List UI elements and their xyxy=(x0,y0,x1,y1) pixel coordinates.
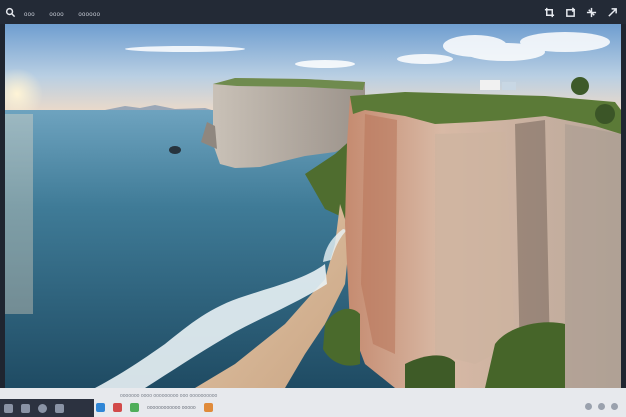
user-icon[interactable] xyxy=(38,403,47,413)
toolbar-right xyxy=(543,6,626,18)
network-icon[interactable] xyxy=(585,403,592,410)
settings-icon[interactable] xyxy=(611,403,618,410)
app-icon-browser[interactable] xyxy=(96,403,105,412)
system-tray xyxy=(585,403,618,410)
menu-bar: ooo oooo oooooo xyxy=(24,3,110,21)
menu-item-edit[interactable]: oooo xyxy=(49,12,64,18)
toolbar-left: ooo oooo oooooo xyxy=(0,3,110,21)
taskbar-start xyxy=(0,399,94,417)
volume-icon[interactable] xyxy=(598,403,605,410)
search-taskbar-icon[interactable] xyxy=(21,403,30,413)
start-icon[interactable] xyxy=(4,403,13,413)
landscape-photo xyxy=(5,24,621,388)
app-icon-red[interactable] xyxy=(113,403,122,412)
rotate-icon[interactable] xyxy=(564,6,576,18)
app-icon-green[interactable] xyxy=(130,403,139,412)
menu-item-file[interactable]: ooo xyxy=(24,12,35,18)
share-icon[interactable] xyxy=(606,6,618,18)
app-icon-orange[interactable] xyxy=(203,403,213,412)
search-icon[interactable] xyxy=(4,6,16,18)
adjust-icon[interactable] xyxy=(585,6,597,18)
taskbar-apps: oooooooooooo ooooo xyxy=(96,403,213,412)
menu-item-view[interactable]: oooooo xyxy=(78,12,100,18)
app-toolbar: ooo oooo oooooo xyxy=(0,0,626,24)
taskbar-label: oooooooooooo ooooo xyxy=(147,404,196,411)
crop-icon[interactable] xyxy=(543,6,555,18)
image-canvas xyxy=(5,24,621,388)
status-text: ooooooo oooo ooooooooo ooo oooooooooo xyxy=(120,393,218,399)
widgets-icon[interactable] xyxy=(55,403,64,413)
